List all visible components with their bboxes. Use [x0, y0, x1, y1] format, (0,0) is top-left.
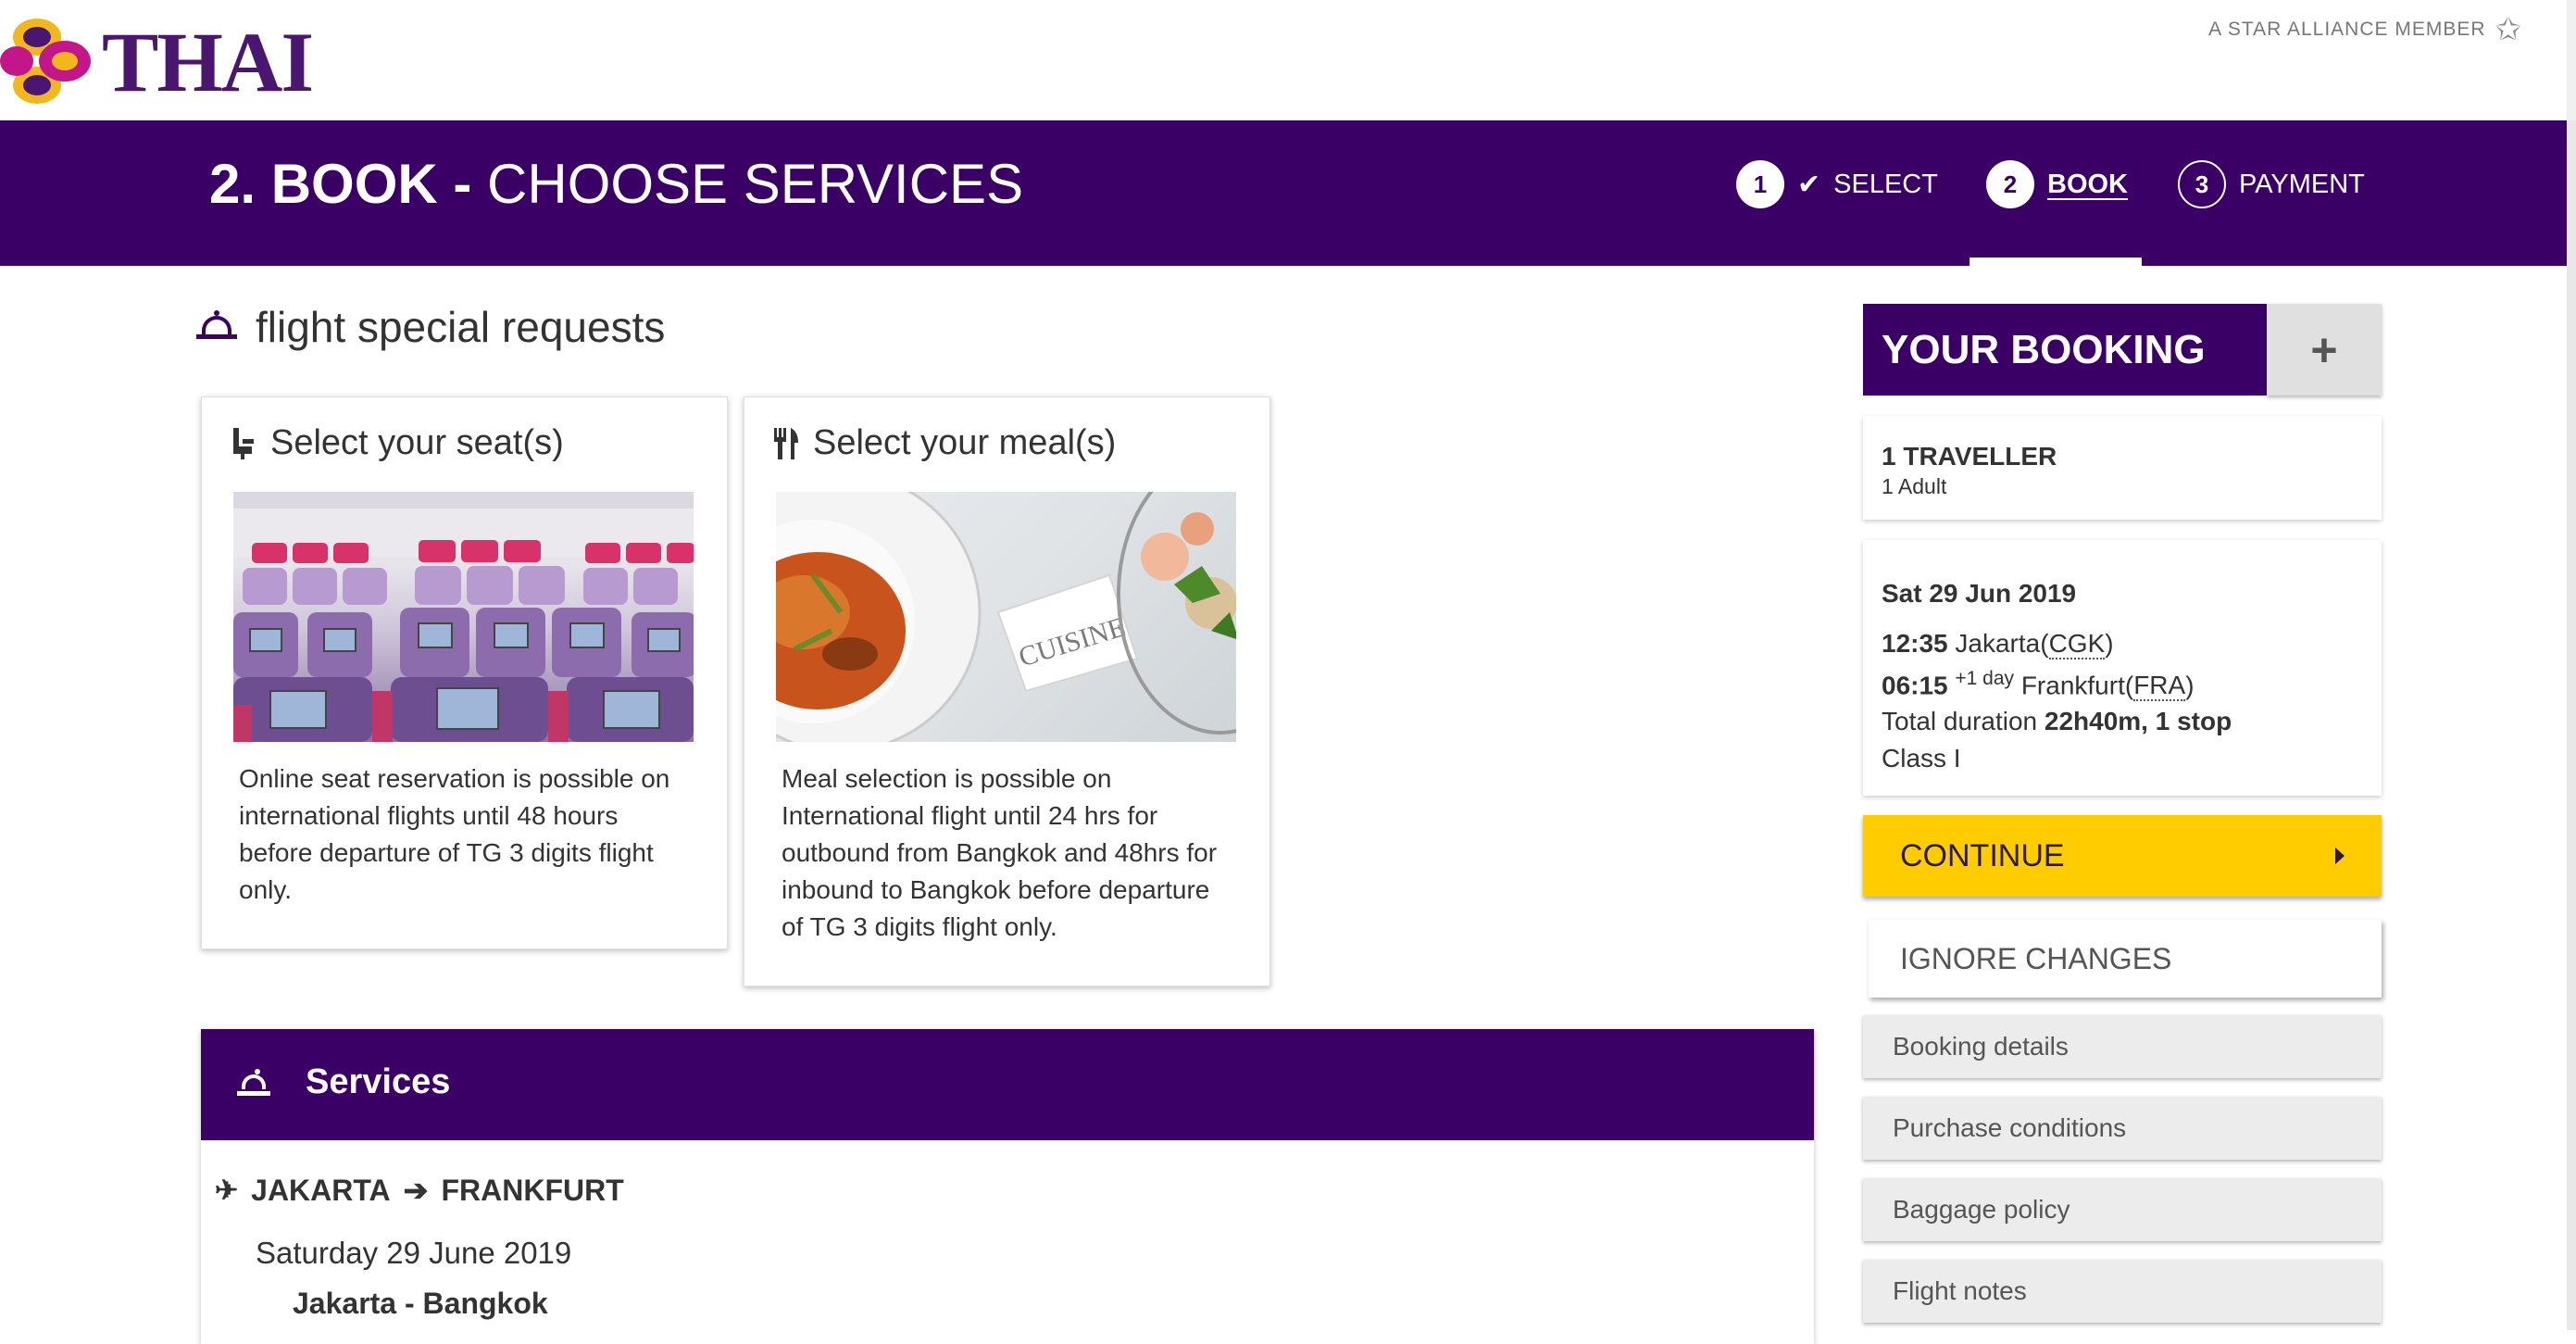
- arrival-close: ): [2185, 671, 2195, 700]
- page-title-text: CHOOSE SERVICES: [487, 153, 1024, 215]
- duration-label: Total duration: [1882, 707, 2038, 735]
- continue-button[interactable]: CONTINUE: [1863, 815, 2382, 897]
- service-bell-icon: [237, 1068, 270, 1097]
- step-number: 3: [2178, 160, 2226, 208]
- step-book[interactable]: 2 BOOK: [1986, 160, 2128, 208]
- seat-icon: [233, 427, 254, 459]
- service-bell-icon: [196, 310, 237, 344]
- star-alliance-text: A STAR ALLIANCE MEMBER: [2208, 19, 2486, 40]
- step-select[interactable]: 1 ✔ SELECT: [1736, 160, 1938, 208]
- special-requests-heading: flight special requests: [196, 302, 665, 352]
- route-heading: ✈ JAKARTA ➔ FRANKFURT: [215, 1173, 624, 1208]
- step-payment[interactable]: 3 PAYMENT: [2178, 160, 2365, 208]
- traveller-summary: 1 TRAVELLER 1 Adult: [1863, 416, 2382, 520]
- step-label: BOOK: [2047, 169, 2128, 199]
- arrival-line: 06:15 +1 day Frankfurt(FRA): [1882, 668, 2195, 702]
- cabin-seats-image: [233, 492, 694, 742]
- seat-selection-card[interactable]: Select your seat(s) Online seat reservat…: [201, 396, 728, 949]
- service-leg: Jakarta - Bangkok: [293, 1287, 548, 1320]
- special-requests-title: flight special requests: [256, 303, 666, 351]
- baggage-policy-link[interactable]: Baggage policy: [1863, 1178, 2382, 1241]
- page-title-step: 2. BOOK -: [209, 153, 472, 215]
- meal-image: CUISINE: [776, 492, 1236, 742]
- route-origin: JAKARTA: [251, 1173, 391, 1207]
- meal-card-title: Select your meal(s): [772, 423, 1116, 463]
- expand-booking-button[interactable]: +: [2267, 304, 2382, 396]
- step-label: SELECT: [1833, 169, 1938, 199]
- flight-date: Sat 29 Jun 2019: [1882, 579, 2077, 608]
- arrival-day-offset: +1 day: [1955, 668, 2015, 689]
- duration-value: 22h40m, 1 stop: [2044, 707, 2232, 735]
- service-date: Saturday 29 June 2019: [256, 1236, 572, 1270]
- purchase-conditions-link[interactable]: Purchase conditions: [1863, 1097, 2382, 1160]
- departure-line: 12:35 Jakarta(CGK): [1882, 629, 2114, 659]
- orchid-logo-icon: [0, 19, 91, 104]
- meal-illustration: CUISINE: [776, 492, 1236, 742]
- your-booking-header: YOUR BOOKING: [1863, 304, 2267, 396]
- star-alliance-icon: ✩: [2495, 12, 2522, 47]
- arrival-code: FRA: [2133, 671, 2186, 702]
- cabin-class: Class I: [1882, 744, 1961, 772]
- cabin-illustration: [233, 492, 694, 742]
- scrollbar-track[interactable]: [2567, 120, 2576, 1330]
- arrival-time: 06:15: [1882, 671, 1948, 700]
- arrival-city: Frankfurt(: [2020, 671, 2134, 700]
- traveller-count: 1 TRAVELLER: [1882, 442, 2057, 471]
- departure-close: ): [2105, 629, 2114, 658]
- arrow-right-icon: ➔: [403, 1174, 429, 1207]
- step-number: 1: [1736, 160, 1784, 208]
- seat-card-title: Select your seat(s): [230, 423, 564, 463]
- logo-wordmark: THAI: [102, 15, 314, 109]
- route-destination: FRANKFURT: [441, 1173, 624, 1207]
- step-label: PAYMENT: [2239, 169, 2365, 199]
- departure-code: CGK: [2048, 629, 2106, 659]
- site-header: [0, 0, 2576, 120]
- check-icon: ✔: [1797, 169, 1821, 200]
- continue-label: CONTINUE: [1900, 837, 2065, 873]
- traveller-detail: 1 Adult: [1882, 474, 1947, 498]
- seat-card-description: Online seat reservation is possible on i…: [239, 764, 670, 904]
- plane-icon: ✈: [215, 1174, 239, 1206]
- meal-selection-card[interactable]: Select your meal(s) CUISINE Meal selecti…: [744, 396, 1270, 986]
- caret-right-icon: [2335, 848, 2345, 864]
- departure-city: Jakarta(: [1955, 629, 2049, 658]
- cutlery-icon: [774, 427, 798, 459]
- page-title: 2. BOOK - CHOOSE SERVICES: [209, 152, 1023, 216]
- scrollbar-track-top: [2567, 0, 2576, 120]
- seat-card-title-text: Select your seat(s): [270, 423, 564, 462]
- ignore-changes-button[interactable]: IGNORE CHANGES: [1869, 920, 2382, 998]
- duration-line: Total duration 22h40m, 1 stop: [1882, 707, 2232, 736]
- flight-notes-link[interactable]: Flight notes: [1863, 1260, 2382, 1323]
- step-number: 2: [1986, 160, 2034, 208]
- meal-card-title-text: Select your meal(s): [813, 423, 1117, 462]
- departure-time: 12:35: [1882, 629, 1948, 658]
- meal-card-description: Meal selection is possible on Internatio…: [782, 764, 1218, 941]
- services-title: Services: [237, 1062, 450, 1102]
- thai-logo[interactable]: THAI: [0, 9, 315, 111]
- services-title-text: Services: [306, 1062, 451, 1101]
- active-step-indicator: [1970, 257, 2142, 266]
- booking-details-link[interactable]: Booking details: [1863, 1015, 2382, 1078]
- star-alliance-badge[interactable]: A STAR ALLIANCE MEMBER ✩: [2208, 11, 2522, 48]
- flight-summary: Sat 29 Jun 2019 12:35 Jakarta(CGK) 06:15…: [1863, 540, 2382, 796]
